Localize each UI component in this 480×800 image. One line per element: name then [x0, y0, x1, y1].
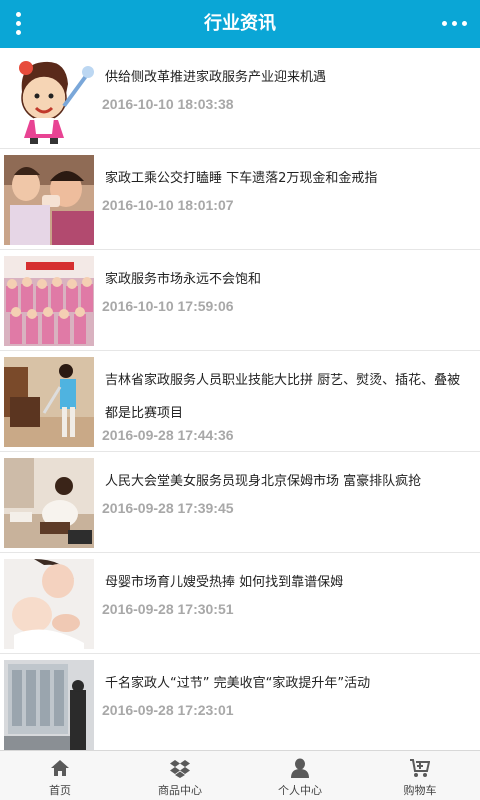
article-title[interactable]: 吉林省家政服务人员职业技能大比拼 厨艺、熨烫、插花、叠被都是比赛项目 — [105, 364, 473, 430]
list-item[interactable]: 家政服务市场永远不会饱和 2016-10-10 17:59:06 — [0, 250, 480, 351]
tab-profile[interactable]: 个人中心 — [240, 751, 360, 800]
article-list: 供给侧改革推进家政服务产业迎来机遇 2016-10-10 18:03:38 家政… — [0, 48, 480, 750]
bottom-tab-bar: 首页 商品中心 个人中心 购物车 — [0, 750, 480, 800]
tab-label: 个人中心 — [278, 784, 322, 797]
list-item[interactable]: 供给侧改革推进家政服务产业迎来机遇 2016-10-10 18:03:38 — [0, 48, 480, 149]
article-thumbnail — [4, 458, 94, 548]
article-date: 2016-10-10 18:01:07 — [102, 197, 234, 213]
article-title[interactable]: 母婴市场育儿嫂受热捧 如何找到靠谱保姆 — [105, 566, 473, 599]
page-title: 行业资讯 — [204, 13, 276, 34]
article-date: 2016-09-28 17:39:45 — [102, 500, 234, 516]
article-title[interactable]: 家政工乘公交打瞌睡 下车遗落2万现金和金戒指 — [105, 162, 473, 195]
tab-products[interactable]: 商品中心 — [120, 751, 240, 800]
list-item[interactable]: 母婴市场育儿嫂受热捧 如何找到靠谱保姆 2016-09-28 17:30:51 — [0, 553, 480, 654]
article-date: 2016-09-28 17:23:01 — [102, 702, 234, 718]
user-icon — [290, 758, 310, 778]
tab-label: 商品中心 — [158, 784, 202, 797]
cart-icon — [410, 758, 431, 778]
article-date: 2016-09-28 17:30:51 — [102, 601, 234, 617]
article-title[interactable]: 人民大会堂美女服务员现身北京保姆市场 富豪排队疯抢 — [105, 465, 473, 498]
list-item[interactable]: 家政工乘公交打瞌睡 下车遗落2万现金和金戒指 2016-10-10 18:01:… — [0, 149, 480, 250]
app-header: 行业资讯 — [0, 0, 480, 48]
tab-label: 购物车 — [403, 784, 437, 797]
article-thumbnail — [4, 559, 94, 649]
article-date: 2016-10-10 17:59:06 — [102, 298, 234, 314]
article-date: 2016-09-28 17:44:36 — [102, 427, 234, 443]
article-date: 2016-10-10 18:03:38 — [102, 96, 234, 112]
list-item[interactable]: 吉林省家政服务人员职业技能大比拼 厨艺、熨烫、插花、叠被都是比赛项目 2016-… — [0, 351, 480, 452]
dropbox-icon — [170, 758, 190, 778]
horizontal-dots-icon[interactable] — [442, 16, 468, 30]
tab-label: 首页 — [49, 784, 71, 797]
tab-cart[interactable]: 购物车 — [360, 751, 480, 800]
article-title[interactable]: 千名家政人“过节” 完美收官“家政提升年”活动 — [105, 667, 473, 700]
list-item[interactable]: 人民大会堂美女服务员现身北京保姆市场 富豪排队疯抢 2016-09-28 17:… — [0, 452, 480, 553]
article-title[interactable]: 供给侧改革推进家政服务产业迎来机遇 — [105, 61, 473, 94]
article-thumbnail — [4, 357, 94, 447]
tab-home[interactable]: 首页 — [0, 751, 120, 800]
article-thumbnail — [4, 54, 94, 144]
list-item[interactable]: 千名家政人“过节” 完美收官“家政提升年”活动 2016-09-28 17:23… — [0, 654, 480, 750]
article-thumbnail — [4, 155, 94, 245]
article-title[interactable]: 家政服务市场永远不会饱和 — [105, 263, 473, 296]
article-thumbnail — [4, 660, 94, 750]
home-icon — [50, 758, 70, 778]
article-thumbnail — [4, 256, 94, 346]
